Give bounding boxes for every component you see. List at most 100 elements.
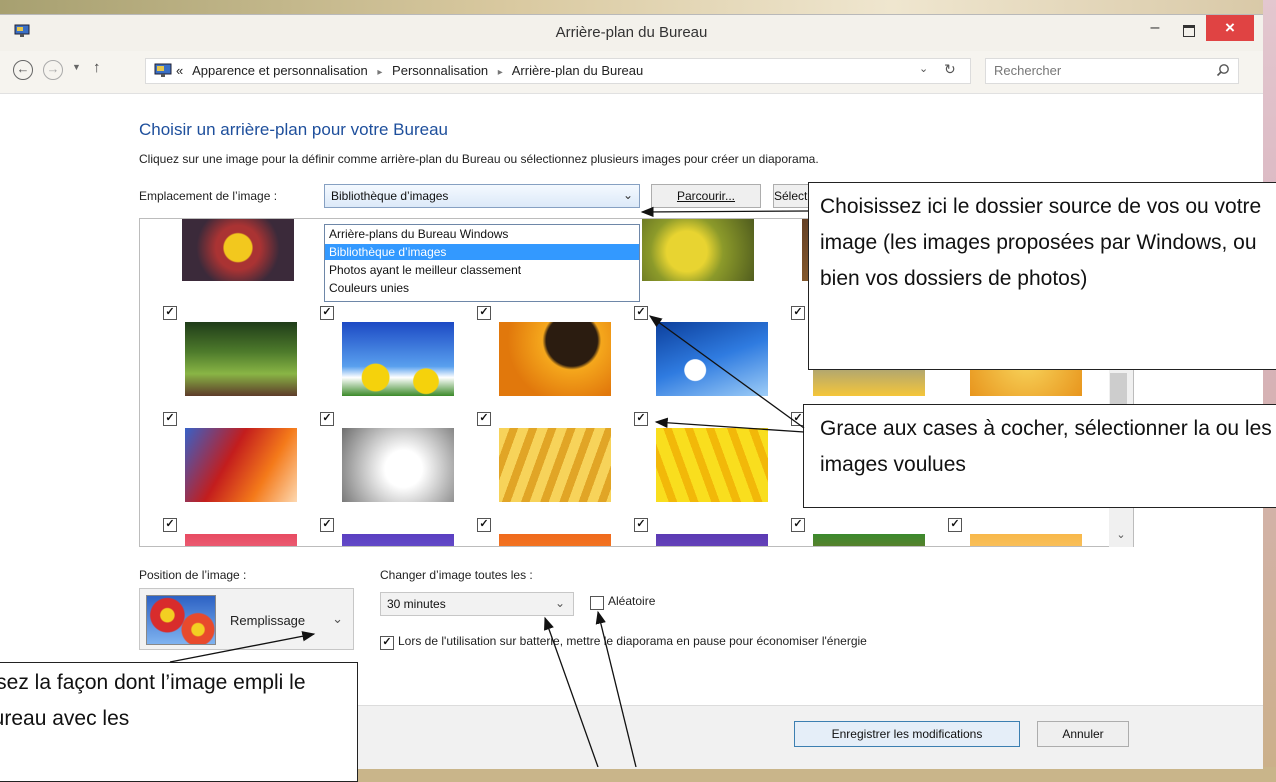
random-label: Aléatoire [608,594,656,608]
green-flower-image [642,219,754,281]
location-option-selected[interactable]: Bibliothèque d’images [325,244,639,260]
image-thumbnail[interactable]: ✓ [634,412,786,512]
position-preview-image [146,595,216,645]
image-checkbox[interactable]: ✓ [163,412,177,426]
select-all-button[interactable]: Sélectionner tout [773,184,813,208]
violet-flower-image [656,534,768,546]
location-options-list: Arrière-plans du Bureau Windows Biblioth… [324,224,640,302]
forward-icon[interactable]: → [43,60,63,80]
search-icon[interactable] [1216,63,1230,77]
image-thumbnail[interactable]: ✓ [477,306,629,406]
image-thumbnail[interactable] [160,219,312,291]
breadcrumb-item[interactable]: Arrière-plan du Bureau [512,63,644,78]
image-thumbnail[interactable]: ✓ [320,306,472,406]
browse-button[interactable]: Parcourir... [651,184,761,208]
address-history-chevron-icon[interactable]: ⌄ [919,62,928,75]
save-changes-button[interactable]: Enregistrer les modifications [794,721,1020,747]
desktop-background-edge [1263,0,1276,767]
interval-value: 30 minutes [387,597,446,611]
callout-location-help: Choisissez ici le dossier source de vos … [808,182,1276,370]
refresh-icon[interactable]: ↻ [944,61,956,78]
breadcrumb-separator-icon[interactable]: ▸ [498,67,503,78]
address-bar[interactable]: « Apparence et personnalisation ▸ Person… [145,58,971,84]
image-checkbox[interactable]: ✓ [320,306,334,320]
location-option[interactable]: Couleurs unies [325,280,639,296]
scroll-down-chevron-icon[interactable]: ⌄ [1109,528,1133,546]
image-thumbnail[interactable]: ✓ [163,306,315,406]
image-thumbnail[interactable]: ✓ [477,518,629,546]
image-checkbox[interactable]: ✓ [634,518,648,532]
image-thumbnail[interactable]: ✓ [634,306,786,406]
yellow-flower-image [182,219,294,281]
maximize-button[interactable] [1172,19,1206,43]
image-checkbox[interactable]: ✓ [477,306,491,320]
minimize-button[interactable]: – [1138,19,1172,43]
desktop-background [0,0,1276,14]
breadcrumb-item[interactable]: Apparence et personnalisation [192,63,368,78]
address-toolbar: ← → ▼ ↑ « Apparence et personnalisation … [0,51,1263,94]
sunflower-petals-image [656,428,768,502]
chevron-down-icon: ⌄ [332,611,343,626]
yellow-petals-image [499,428,611,502]
search-input[interactable]: Rechercher [985,58,1239,84]
position-label: Position de l’image : [139,568,247,582]
image-thumbnail[interactable]: ✓ [320,518,472,546]
red-flower-image [813,534,925,546]
breadcrumb: « Apparence et personnalisation ▸ Person… [176,63,649,78]
image-thumbnail[interactable]: ✓ [634,518,786,546]
battery-pause-label: Lors de l'utilisation sur batterie, mett… [398,634,867,648]
image-checkbox[interactable]: ✓ [948,518,962,532]
image-checkbox[interactable]: ✓ [477,518,491,532]
up-arrow-icon[interactable]: ↑ [93,59,101,76]
image-thumbnail[interactable]: ✓ [477,412,629,512]
location-option[interactable]: Arrière-plans du Bureau Windows [325,226,639,242]
callout-position-help: issez la façon dont l’image empli le bur… [0,662,358,782]
image-checkbox[interactable]: ✓ [320,412,334,426]
light-orange-image [970,534,1082,546]
image-checkbox[interactable]: ✓ [320,518,334,532]
image-thumbnail[interactable]: ✓ [320,412,472,512]
image-checkbox[interactable]: ✓ [163,306,177,320]
sunflower-image [499,322,611,396]
image-thumbnail[interactable] [620,219,772,291]
image-checkbox[interactable]: ✓ [791,306,805,320]
breadcrumb-separator-icon[interactable]: ▸ [377,67,382,78]
chevron-down-icon: ⌄ [622,188,633,202]
scrollbar-thumb[interactable] [1110,373,1127,405]
image-thumbnail[interactable]: ✓ [163,412,315,512]
image-thumbnail[interactable]: ✓ [791,518,943,546]
image-checkbox[interactable]: ✓ [634,306,648,320]
title-bar[interactable]: Arrière-plan du Bureau – × [0,15,1263,51]
pink-flower-image [185,534,297,546]
interval-dropdown[interactable]: 30 minutes ⌄ [380,592,574,616]
image-checkbox[interactable]: ✓ [163,518,177,532]
image-thumbnail[interactable]: ✓ [163,518,315,546]
recent-pages-chevron-icon[interactable]: ▼ [72,62,81,72]
callout-position-text: issez la façon dont l’image empli le bur… [0,671,306,730]
location-dropdown[interactable]: Bibliothèque d’images ⌄ [324,184,640,208]
vineyard-image [185,322,297,396]
close-button[interactable]: × [1206,15,1254,41]
image-checkbox[interactable]: ✓ [477,412,491,426]
maximize-icon [1183,25,1195,37]
location-option[interactable]: Photos ayant le meilleur classement [325,262,639,278]
interval-label: Changer d’image toutes les : [380,568,533,582]
purple-flower-image [342,534,454,546]
image-thumbnail[interactable]: ✓ [948,518,1100,546]
image-checkbox[interactable]: ✓ [791,518,805,532]
display-icon [154,63,172,77]
orange-petals-image [499,534,611,546]
random-checkbox[interactable] [590,596,604,610]
position-value: Remplissage [230,613,306,628]
search-placeholder: Rechercher [994,63,1062,78]
white-flower-image [342,428,454,502]
callout-checkbox-help: Grace aux cases à cocher, sélectionner l… [803,404,1276,508]
location-dropdown-value: Bibliothèque d’images [331,189,449,203]
image-checkbox[interactable]: ✓ [634,412,648,426]
battery-pause-checkbox[interactable]: ✓ [380,636,394,650]
breadcrumb-root-icon[interactable]: « [176,63,183,78]
position-dropdown[interactable]: Remplissage ⌄ [139,588,354,650]
cancel-button[interactable]: Annuler [1037,721,1129,747]
breadcrumb-item[interactable]: Personnalisation [392,63,488,78]
back-icon[interactable]: ← [13,60,33,80]
